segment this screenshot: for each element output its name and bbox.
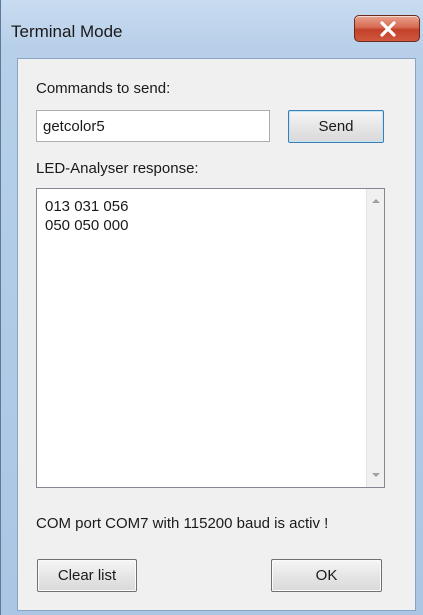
response-list: 013 031 056 050 050 000 <box>45 197 128 235</box>
response-listbox[interactable]: 013 031 056 050 050 000 <box>36 188 385 488</box>
clear-list-button[interactable]: Clear list <box>37 559 137 592</box>
command-input[interactable] <box>36 110 270 142</box>
ok-button[interactable]: OK <box>271 559 382 592</box>
response-label: LED-Analyser response: <box>36 160 199 177</box>
window-title: Terminal Mode <box>11 22 123 41</box>
arrow-down-icon[interactable] <box>371 471 381 479</box>
close-icon <box>380 21 396 37</box>
close-button[interactable] <box>354 15 420 42</box>
commands-label: Commands to send: <box>36 80 171 97</box>
send-button[interactable]: Send <box>288 110 384 143</box>
response-line[interactable]: 050 050 000 <box>45 216 128 235</box>
response-line[interactable]: 013 031 056 <box>45 197 128 216</box>
terminal-mode-window: Terminal Mode Commands to send: Send LED… <box>0 0 423 615</box>
arrow-up-icon[interactable] <box>371 197 381 205</box>
vertical-scrollbar[interactable] <box>366 189 384 487</box>
status-text: COM port COM7 with 115200 baud is activ … <box>36 515 329 532</box>
title-bar[interactable]: Terminal Mode <box>1 0 423 58</box>
